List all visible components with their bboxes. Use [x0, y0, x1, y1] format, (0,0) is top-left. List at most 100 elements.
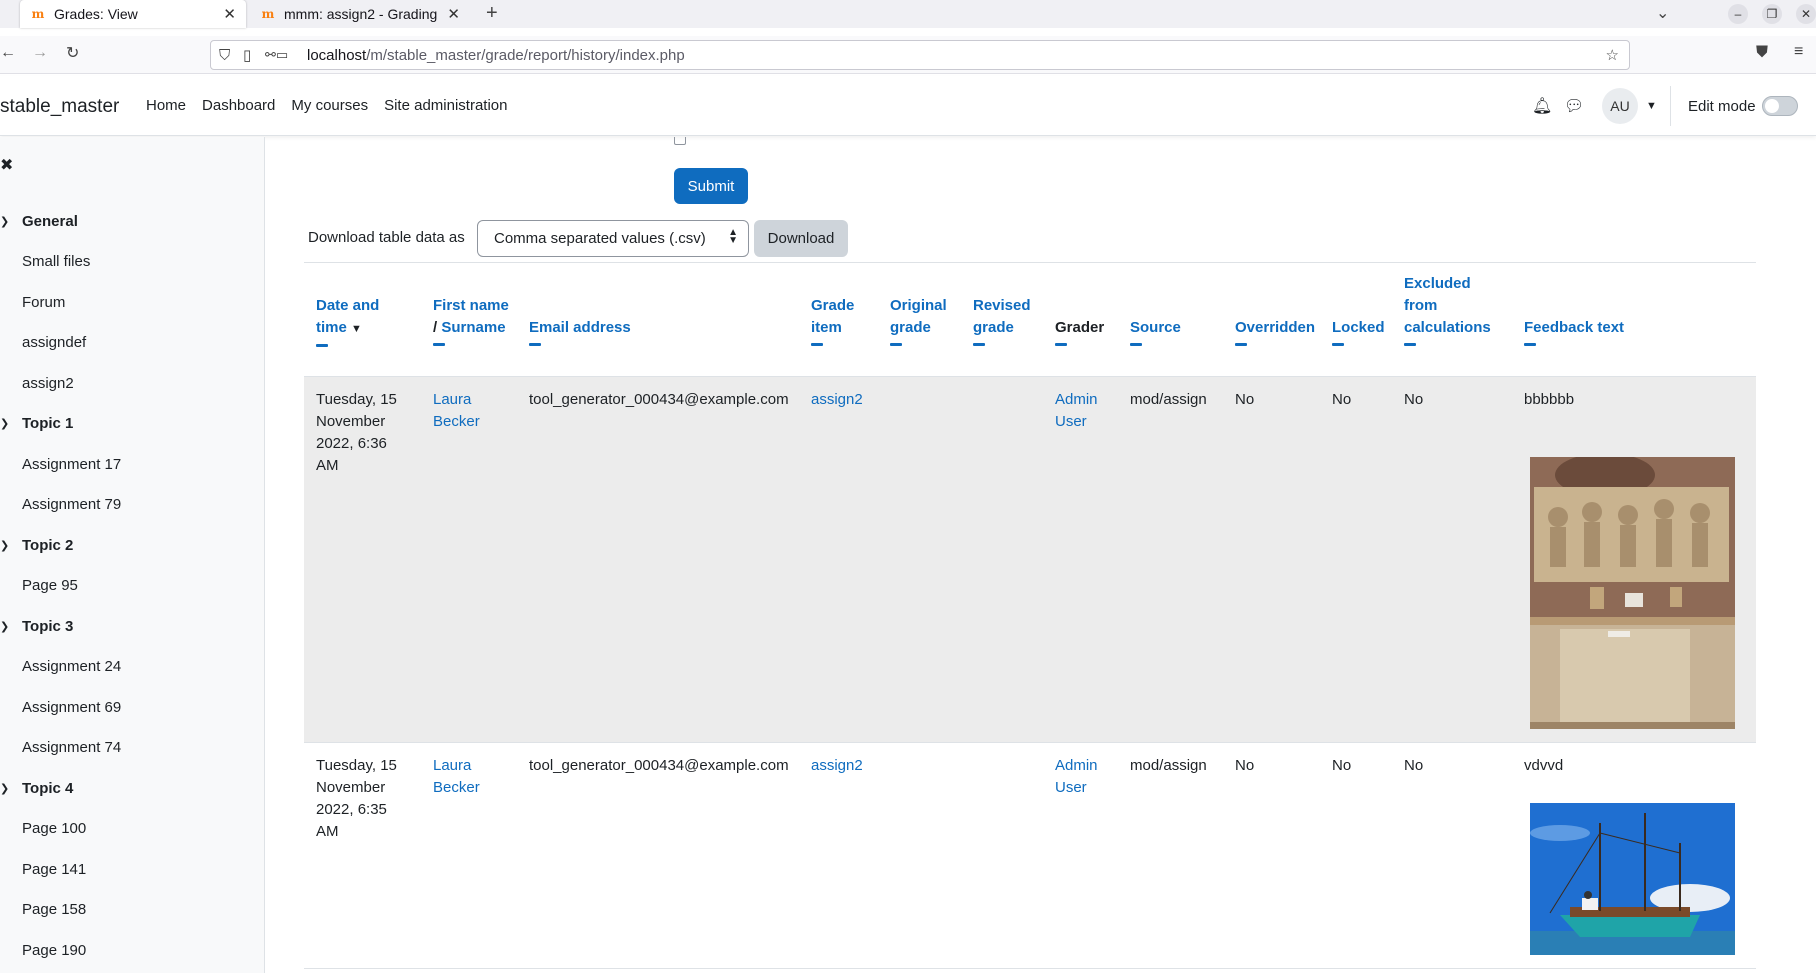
course-section-topic-1[interactable]: ❯ Topic 1 — [0, 415, 73, 432]
minimize-icon[interactable]: – — [1728, 4, 1748, 24]
pirate-ship-image — [1530, 803, 1735, 955]
download-format-select[interactable]: Comma separated values (.csv) ▲ ▼ — [477, 220, 749, 257]
pocket-icon[interactable]: ⛊ — [1756, 44, 1768, 62]
cell-locked: No — [1332, 391, 1352, 408]
cell-source: mod/assign — [1130, 757, 1207, 774]
collapse-column-icon[interactable] — [1332, 343, 1344, 346]
column-name[interactable]: First name / Surname — [433, 295, 523, 346]
course-item[interactable]: Assignment 74 — [22, 739, 121, 756]
moodle-favicon-icon: m — [31, 7, 45, 21]
download-button[interactable]: Download — [754, 220, 848, 257]
bookmark-star-icon[interactable]: ☆ — [1606, 46, 1619, 64]
column-revised-grade[interactable]: Revised grade — [973, 295, 1038, 346]
course-item[interactable]: Assignment 69 — [22, 699, 121, 716]
chevron-down-icon[interactable]: ❯ — [0, 417, 22, 430]
collapse-column-icon[interactable] — [1404, 343, 1416, 346]
course-section-topic-3[interactable]: ❯ Topic 3 — [0, 618, 73, 635]
collapse-column-icon[interactable] — [811, 343, 823, 346]
permissions-icon[interactable]: ⚯▭ — [265, 47, 307, 63]
column-grade-item[interactable]: Grade item — [811, 295, 866, 346]
back-icon[interactable]: ← — [0, 44, 16, 62]
site-brand[interactable]: stable_master — [0, 96, 119, 118]
chevron-down-icon[interactable]: ❯ — [0, 215, 22, 228]
user-menu[interactable]: AU ▼ — [1602, 76, 1657, 136]
column-source[interactable]: Source — [1130, 317, 1181, 346]
course-item[interactable]: Page 95 — [22, 577, 78, 594]
cell-grader[interactable]: Admin User — [1055, 755, 1110, 799]
browser-tab-grades[interactable]: m Grades: View ✕ — [20, 0, 246, 28]
chevron-down-icon[interactable]: ❯ — [0, 782, 22, 795]
collapse-column-icon[interactable] — [1130, 343, 1142, 346]
column-locked[interactable]: Locked — [1332, 317, 1385, 346]
column-original-grade[interactable]: Original grade — [890, 295, 955, 346]
course-item[interactable]: Assignment 79 — [22, 496, 121, 513]
close-tab-icon[interactable]: ✕ — [223, 5, 236, 23]
collapse-column-icon[interactable] — [1524, 343, 1536, 346]
column-overridden[interactable]: Overridden — [1235, 317, 1315, 346]
cell-name[interactable]: Laura Becker — [433, 755, 493, 799]
forward-icon[interactable]: → — [32, 44, 48, 62]
course-item[interactable]: Assignment 17 — [22, 456, 121, 473]
chevron-down-icon[interactable]: ❯ — [0, 539, 22, 552]
course-item[interactable]: assign2 — [22, 375, 74, 392]
course-item[interactable]: Page 100 — [22, 820, 86, 837]
course-section-general[interactable]: ❯ General — [0, 213, 78, 230]
course-item[interactable]: Page 158 — [22, 901, 86, 918]
main-region: Submit Download table data as Comma sepa… — [266, 137, 1816, 973]
collapse-column-icon[interactable] — [1055, 343, 1067, 346]
submit-button[interactable]: Submit — [674, 168, 748, 204]
cell-feedback: vdvvd — [1524, 757, 1564, 774]
course-item[interactable]: assigndef — [22, 334, 86, 351]
menu-icon[interactable]: ≡ — [1794, 43, 1803, 61]
feedback-image-relief — [1530, 457, 1735, 729]
course-item[interactable]: Page 141 — [22, 861, 86, 878]
chevron-down-icon[interactable]: ❯ — [0, 620, 22, 633]
message-icon[interactable]: 💬︎ — [1564, 76, 1584, 136]
course-item[interactable]: Assignment 24 — [22, 658, 121, 675]
collapse-column-icon[interactable] — [1235, 343, 1247, 346]
cell-grader[interactable]: Admin User — [1055, 389, 1110, 433]
checkbox[interactable] — [674, 137, 686, 145]
column-email[interactable]: Email address — [529, 317, 631, 346]
cell-grade-item[interactable]: assign2 — [811, 755, 863, 777]
close-window-icon[interactable]: ✕ — [1796, 4, 1816, 24]
nav-site-administration[interactable]: Site administration — [384, 97, 507, 114]
column-feedback[interactable]: Feedback text — [1524, 317, 1624, 346]
download-label: Download table data as — [308, 229, 465, 246]
restore-icon[interactable]: ❐ — [1762, 4, 1782, 24]
column-date[interactable]: Date and time ▼ — [316, 295, 406, 347]
reload-icon[interactable]: ↻ — [66, 43, 79, 63]
edit-mode-toggle[interactable] — [1762, 76, 1798, 136]
table-bottom-border — [304, 968, 1756, 969]
list-tabs-icon[interactable]: ⌄ — [1656, 3, 1669, 23]
collapse-column-icon[interactable] — [316, 344, 328, 347]
column-excluded[interactable]: Excluded from calculations — [1404, 273, 1494, 346]
cell-email: tool_generator_000434@example.com — [529, 391, 789, 408]
cell-name[interactable]: Laura Becker — [433, 389, 493, 433]
nav-dashboard[interactable]: Dashboard — [202, 97, 275, 114]
collapse-column-icon[interactable] — [890, 343, 902, 346]
course-item[interactable]: Small files — [22, 253, 90, 270]
collapse-column-icon[interactable] — [529, 343, 541, 346]
course-section-topic-4[interactable]: ❯ Topic 4 — [0, 780, 73, 797]
chevron-down-icon[interactable]: ▼ — [1646, 100, 1657, 112]
close-tab-icon[interactable]: ✕ — [447, 5, 460, 23]
avatar[interactable]: AU — [1602, 88, 1638, 124]
collapse-column-icon[interactable] — [433, 343, 445, 346]
toggle-switch[interactable] — [1762, 96, 1798, 116]
browser-tab-grading[interactable]: m mmm: assign2 - Grading ✕ — [250, 0, 470, 28]
course-item[interactable]: Page 190 — [22, 942, 86, 959]
course-section-topic-2[interactable]: ❯ Topic 2 — [0, 537, 73, 554]
close-drawer-icon[interactable]: ✖ — [0, 155, 13, 175]
new-tab-icon[interactable]: + — [486, 2, 498, 25]
course-item[interactable]: Forum — [22, 294, 65, 311]
table-row: Tuesday, 15 November 2022, 6:36 AM Laura… — [304, 376, 1756, 742]
column-grader: Grader — [1055, 317, 1104, 346]
address-bar[interactable]: ⛉ ▯ ⚯▭ localhost/m/stable_master/grade/r… — [210, 40, 1630, 70]
bell-icon[interactable]: 🔔︎ — [1532, 76, 1552, 136]
nav-home[interactable]: Home — [146, 97, 186, 114]
collapse-column-icon[interactable] — [973, 343, 985, 346]
cell-grade-item[interactable]: assign2 — [811, 389, 863, 411]
shield-icon[interactable]: ⛉ — [219, 47, 243, 64]
nav-my-courses[interactable]: My courses — [291, 97, 368, 114]
